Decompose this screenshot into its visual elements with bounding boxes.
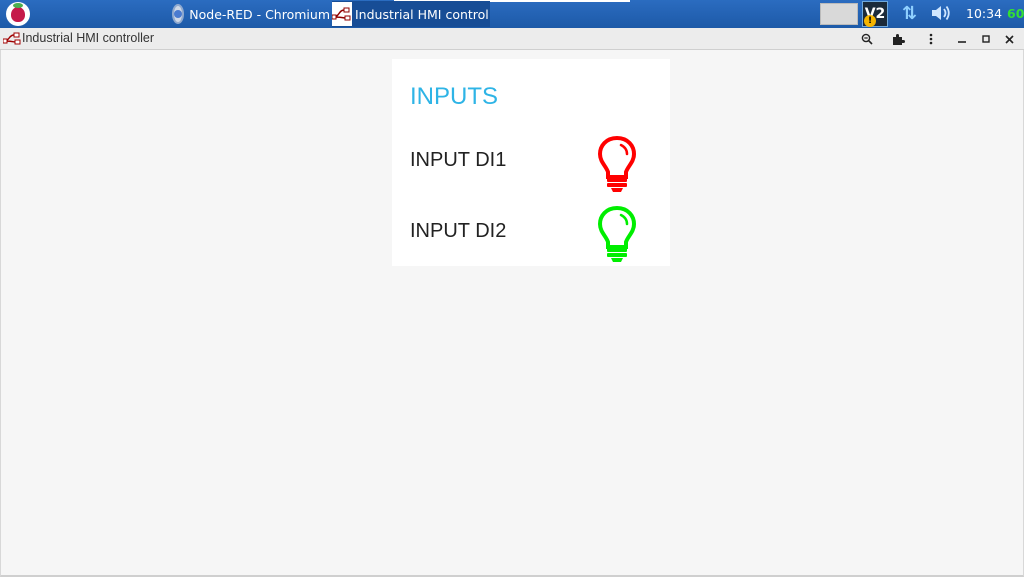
- taskbar-item-hmi[interactable]: Industrial HMI control...: [332, 1, 490, 27]
- taskbar-item-chromium[interactable]: Node-RED - Chromium: [172, 1, 330, 27]
- vnc-icon[interactable]: V2 !: [862, 1, 888, 27]
- bulb-icon-di2: [597, 205, 637, 262]
- taskbar: Node-RED - Chromium Industrial HMI contr…: [0, 0, 1024, 28]
- network-icon[interactable]: ⇅: [902, 4, 917, 24]
- bulb-icon-di1: [597, 135, 637, 192]
- close-icon[interactable]: [1000, 30, 1018, 48]
- cpu-monitor[interactable]: 60: [1007, 6, 1024, 21]
- minimize-icon[interactable]: [953, 30, 971, 48]
- chromium-icon: [172, 4, 185, 24]
- clock[interactable]: 10:34: [966, 6, 1002, 21]
- volume-icon[interactable]: [930, 3, 952, 27]
- menu-icon[interactable]: [922, 30, 940, 48]
- window-title-bar: Industrial HMI controller: [0, 28, 1024, 50]
- taskbar-item-label: Industrial HMI control...: [355, 6, 490, 22]
- node-red-icon: [2, 31, 21, 50]
- raspberry-menu-button[interactable]: [6, 2, 30, 26]
- taskbar-item-label: Node-RED - Chromium: [189, 6, 330, 22]
- inputs-card: INPUTS INPUT DI1 INPUT DI2: [392, 59, 670, 266]
- raspberry-icon: [11, 2, 25, 22]
- node-red-icon: [332, 2, 352, 26]
- maximize-icon[interactable]: [977, 30, 995, 48]
- dashboard-content: INPUTS INPUT DI1 INPUT DI2: [0, 50, 1024, 577]
- card-title: INPUTS: [410, 83, 499, 110]
- extensions-icon[interactable]: [889, 30, 907, 48]
- input-di2-label: INPUT DI2: [410, 220, 507, 242]
- input-di1-label: INPUT DI1: [410, 149, 507, 171]
- taskbar-blank-widget[interactable]: [820, 3, 858, 25]
- warning-icon: !: [864, 15, 876, 27]
- zoom-icon[interactable]: [858, 30, 876, 48]
- window-title: Industrial HMI controller: [22, 31, 154, 45]
